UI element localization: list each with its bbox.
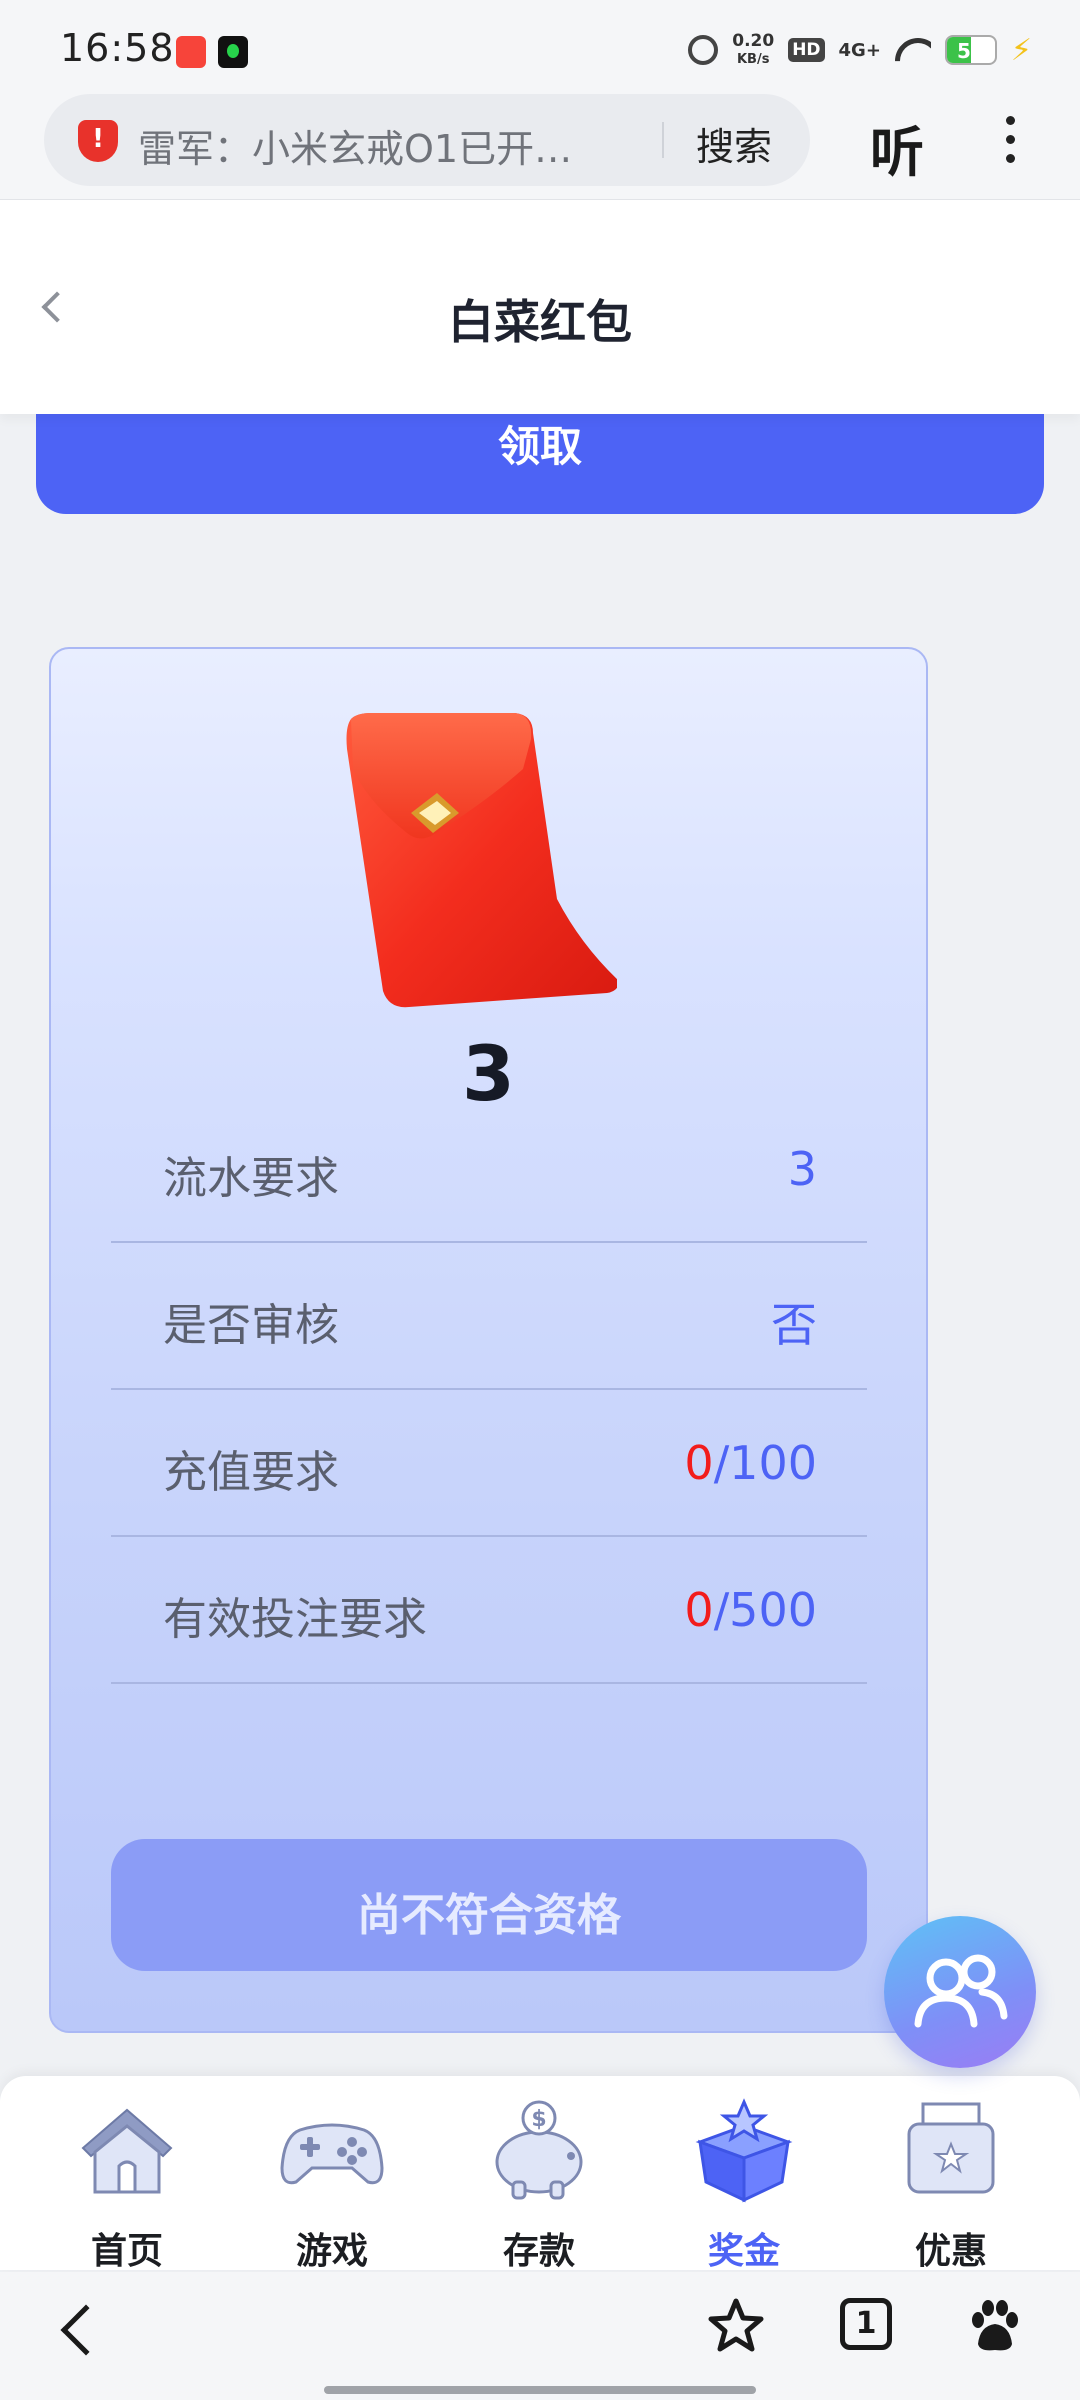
status-bar: 16:58 0.20 KB/s HD 4G+ 50 ⚡ xyxy=(0,0,1080,92)
red-envelope-icon xyxy=(346,713,617,1008)
browser-bottom-nav: 1 xyxy=(0,2272,1080,2400)
requirement-current: 0 xyxy=(684,1436,714,1490)
wifi-icon xyxy=(895,36,931,64)
network-speed-unit: KB/s xyxy=(736,51,770,67)
tab-label: 首页 xyxy=(90,2231,163,2272)
ineligible-button-label: 尚不符合资格 xyxy=(357,1890,621,1941)
house-icon xyxy=(81,2108,173,2194)
status-time: 16:58 xyxy=(60,26,175,70)
tab-bonus[interactable]: 奖金 xyxy=(669,2096,819,2272)
community-float-button[interactable] xyxy=(884,1916,1036,2068)
requirement-current: 0 xyxy=(684,1583,714,1637)
gift-box-icon xyxy=(695,2098,793,2203)
piggy-bank-icon: $ xyxy=(495,2100,583,2200)
tab-label: 游戏 xyxy=(295,2231,368,2272)
charging-icon: ⚡ xyxy=(1010,32,1032,68)
status-indicators: 0.20 KB/s HD 4G+ 50 ⚡ xyxy=(688,30,1032,70)
tab-label: 存款 xyxy=(502,2231,575,2272)
address-text[interactable]: 雷军：小米玄戒O1已开… xyxy=(138,118,658,173)
requirement-progress: 0/100 xyxy=(684,1436,817,1490)
tab-count-button[interactable]: 1 xyxy=(840,2298,892,2350)
requirement-label: 充值要求 xyxy=(163,1447,339,1498)
users-icon xyxy=(914,1954,1008,2028)
bookmark-star-icon[interactable] xyxy=(706,2296,766,2356)
tab-deposit[interactable]: $ 存款 xyxy=(464,2096,614,2272)
coupon-icon xyxy=(907,2102,995,2194)
requirement-label: 有效投注要求 xyxy=(163,1594,427,1645)
requirement-total: /100 xyxy=(713,1436,817,1490)
requirement-progress: 0/500 xyxy=(684,1583,817,1637)
more-menu-icon[interactable] xyxy=(1000,116,1020,176)
nav-back-icon[interactable] xyxy=(60,2304,112,2356)
svg-text:$: $ xyxy=(531,2107,546,2132)
security-warning-icon[interactable] xyxy=(78,120,118,162)
requirement-value: 3 xyxy=(787,1142,817,1196)
requirement-label: 流水要求 xyxy=(163,1153,339,1204)
tab-promotions[interactable]: 优惠 xyxy=(876,2096,1026,2272)
requirement-row-deposit: 充值要求 0/100 xyxy=(111,1390,867,1537)
alarm-icon xyxy=(688,35,719,65)
page-title: 白菜红包 xyxy=(448,295,632,349)
requirement-row-valid-bet: 有效投注要求 0/500 xyxy=(111,1537,867,1684)
tab-home[interactable]: 首页 xyxy=(52,2096,202,2272)
hd-badge-icon: HD xyxy=(788,38,825,62)
red-packet-card: 3 流水要求 3 是否审核 否 充值要求 0/100 有效投注要求 0/500 … xyxy=(49,647,928,2033)
requirement-total: /500 xyxy=(713,1583,817,1637)
tab-games[interactable]: 游戏 xyxy=(257,2096,407,2272)
requirement-value: 否 xyxy=(771,1298,817,1352)
notification-app-icon xyxy=(176,36,206,68)
listen-button[interactable]: 听 xyxy=(870,108,924,187)
battery-icon: 50 xyxy=(944,35,997,65)
browser-bar: 雷军：小米玄戒O1已开… 搜索 听 xyxy=(0,92,1080,200)
requirement-label: 是否审核 xyxy=(163,1300,339,1351)
ineligible-button[interactable]: 尚不符合资格 xyxy=(111,1839,867,1971)
page-header: 白菜红包 xyxy=(0,200,1080,414)
address-bar[interactable]: 雷军：小米玄戒O1已开… 搜索 xyxy=(44,94,810,186)
home-indicator[interactable] xyxy=(324,2386,756,2394)
tab-label: 优惠 xyxy=(914,2231,987,2272)
baidu-paw-icon[interactable] xyxy=(964,2296,1024,2356)
network-speed: 0.20 KB/s xyxy=(732,30,775,68)
cellular-signal-icon: 4G+ xyxy=(838,39,881,61)
bottom-tab-bar: 首页 游戏 $ 存款 奖金 优惠 xyxy=(0,2076,1080,2272)
requirement-row-review: 是否审核 否 xyxy=(111,1243,867,1390)
address-divider xyxy=(662,122,664,158)
gamepad-icon xyxy=(280,2123,384,2185)
requirement-row-turnover: 流水要求 3 xyxy=(111,1096,867,1243)
network-speed-value: 0.20 xyxy=(732,30,775,51)
notification-music-icon xyxy=(218,36,248,68)
claim-button-label: 领取 xyxy=(497,422,582,471)
search-button[interactable]: 搜索 xyxy=(696,116,772,171)
tab-label: 奖金 xyxy=(707,2231,780,2272)
battery-level: 50 xyxy=(957,39,985,63)
